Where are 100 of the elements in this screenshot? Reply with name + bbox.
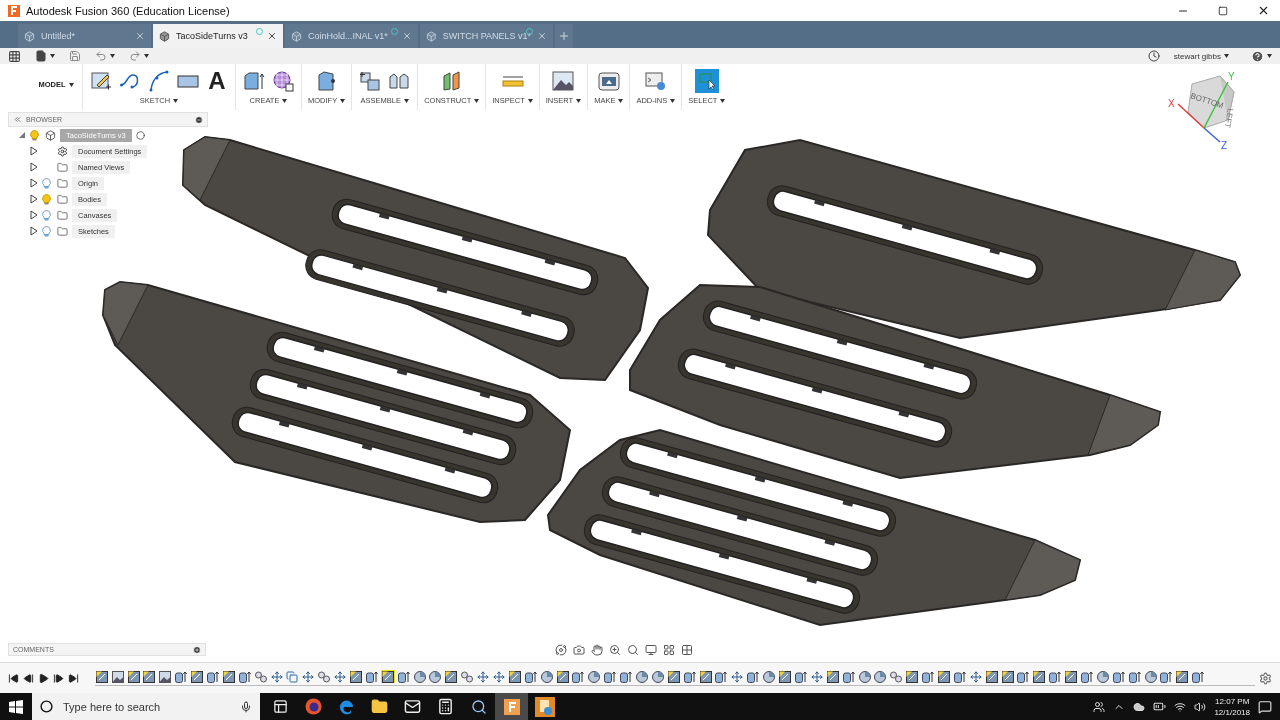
scripts-tool-button[interactable] [643, 69, 668, 93]
next-button[interactable] [53, 672, 64, 684]
cloud-icon[interactable] [1133, 700, 1146, 713]
timeline-feature[interactable] [555, 669, 570, 684]
play-button[interactable] [38, 672, 49, 684]
collapse-triangle-icon[interactable] [18, 130, 26, 140]
timeline-feature[interactable] [508, 669, 522, 684]
timeline-feature[interactable] [206, 669, 220, 684]
lightbulb-icon[interactable] [42, 193, 51, 205]
timeline-feature[interactable] [1048, 669, 1062, 684]
select-tool-button[interactable] [694, 69, 719, 93]
timeline-feature[interactable] [301, 669, 316, 684]
sketch-pencil-tool-button[interactable] [89, 69, 113, 93]
timeline-feature[interactable] [778, 669, 792, 684]
timeline-feature[interactable] [95, 669, 109, 684]
timeline-feature[interactable] [539, 669, 554, 684]
timeline-feature[interactable] [635, 669, 649, 684]
timeline-feature[interactable] [953, 669, 967, 684]
timeline-feature[interactable] [333, 669, 347, 684]
timeline-feature[interactable] [682, 669, 697, 684]
timeline-feature[interactable] [524, 669, 538, 684]
minimize-icon[interactable] [195, 115, 203, 124]
timeline-feature[interactable] [873, 669, 888, 684]
timeline-feature[interactable] [349, 669, 363, 684]
timeline-feature[interactable] [1127, 669, 1142, 684]
timeline-feature[interactable] [412, 669, 427, 684]
viewports-button[interactable] [681, 644, 693, 656]
timeline-feature[interactable] [1016, 669, 1031, 684]
save-button[interactable] [69, 49, 81, 63]
timeline-feature[interactable] [587, 669, 602, 684]
people-icon[interactable] [1093, 700, 1106, 713]
timeline-feature[interactable] [126, 669, 141, 684]
timeline-feature[interactable] [969, 669, 983, 684]
timeline-feature[interactable] [714, 669, 729, 684]
data-panel-button[interactable] [8, 49, 21, 63]
timeline-feature[interactable] [571, 669, 586, 684]
wifi-icon[interactable] [1174, 700, 1187, 713]
activate-radio-icon[interactable] [135, 130, 145, 140]
timeline-feature[interactable] [476, 669, 490, 684]
expand-triangle-icon[interactable] [30, 210, 38, 220]
first-button[interactable] [8, 672, 19, 684]
pan-button[interactable] [591, 644, 603, 656]
timeline-feature[interactable] [492, 669, 506, 684]
timeline-feature[interactable] [841, 669, 856, 684]
look-at-button[interactable] [573, 644, 585, 656]
grid-button[interactable] [663, 644, 675, 656]
timeline-feature[interactable] [698, 669, 713, 684]
timeline-feature[interactable] [158, 669, 173, 684]
timeline-feature[interactable] [1032, 669, 1047, 684]
document-tab[interactable]: TacoSideTurns v3 [153, 24, 283, 48]
clock-date[interactable]: 12/1/2018 [1214, 706, 1250, 718]
timeline-feature[interactable] [730, 669, 745, 684]
timeline-feature[interactable] [762, 669, 776, 684]
file-menu-button[interactable] [35, 49, 55, 63]
timeline-feature[interactable] [1096, 669, 1110, 684]
notifications-icon[interactable] [1258, 699, 1272, 714]
timeline-feature[interactable] [381, 669, 395, 684]
redo-button[interactable] [129, 49, 149, 63]
timeline-feature[interactable] [1191, 669, 1205, 684]
timeline-feature[interactable] [142, 669, 157, 684]
timeline-feature[interactable] [937, 669, 951, 684]
timeline-feature[interactable] [667, 669, 681, 684]
search-field[interactable]: Type here to search [32, 693, 260, 720]
arc-tool-button[interactable] [147, 69, 171, 93]
timeline-feature[interactable] [238, 669, 252, 684]
display-settings-button[interactable] [645, 644, 657, 656]
clock-time[interactable]: 12:07 PM [1215, 695, 1250, 707]
timeline-feature[interactable] [222, 669, 236, 684]
help-button[interactable] [1251, 49, 1272, 63]
last-button[interactable] [68, 672, 79, 684]
undo-button[interactable] [95, 49, 115, 63]
timeline-feature[interactable] [269, 669, 284, 684]
timeline-feature[interactable] [1159, 669, 1174, 684]
search-input[interactable]: Type here to search [61, 699, 232, 714]
timeline-feature[interactable] [603, 669, 617, 684]
timeline-feature[interactable] [921, 669, 935, 684]
timeline-feature[interactable] [825, 669, 840, 684]
previous-button[interactable] [23, 672, 34, 684]
expand-triangle-icon[interactable] [30, 146, 38, 156]
timeline-feature[interactable] [1064, 669, 1078, 684]
timeline-feature[interactable] [746, 669, 760, 684]
timeline-feature[interactable] [396, 669, 411, 684]
extrude-tool-button[interactable] [242, 69, 266, 93]
timeline-feature[interactable] [984, 669, 999, 684]
timeline-feature[interactable] [1000, 669, 1015, 684]
timeline-feature[interactable] [905, 669, 919, 684]
printer-tool-button[interactable] [596, 69, 621, 93]
expand-triangle-icon[interactable] [30, 162, 38, 172]
timeline-feature[interactable] [651, 669, 665, 684]
text-tool-button[interactable]: A [205, 69, 229, 93]
zoom-button[interactable] [609, 644, 621, 656]
timeline-feature[interactable] [1080, 669, 1094, 684]
settings-button[interactable] [1259, 671, 1272, 685]
timeline-feature[interactable] [190, 669, 204, 684]
document-tab[interactable]: CoinHold...INAL v1* [285, 24, 418, 48]
timeline-feature[interactable] [1143, 669, 1158, 684]
close-tab-button[interactable] [267, 31, 277, 41]
taskbar-app-button[interactable] [495, 693, 528, 720]
timeline-feature[interactable] [365, 669, 379, 684]
sphere-form-tool-button[interactable] [271, 69, 295, 93]
